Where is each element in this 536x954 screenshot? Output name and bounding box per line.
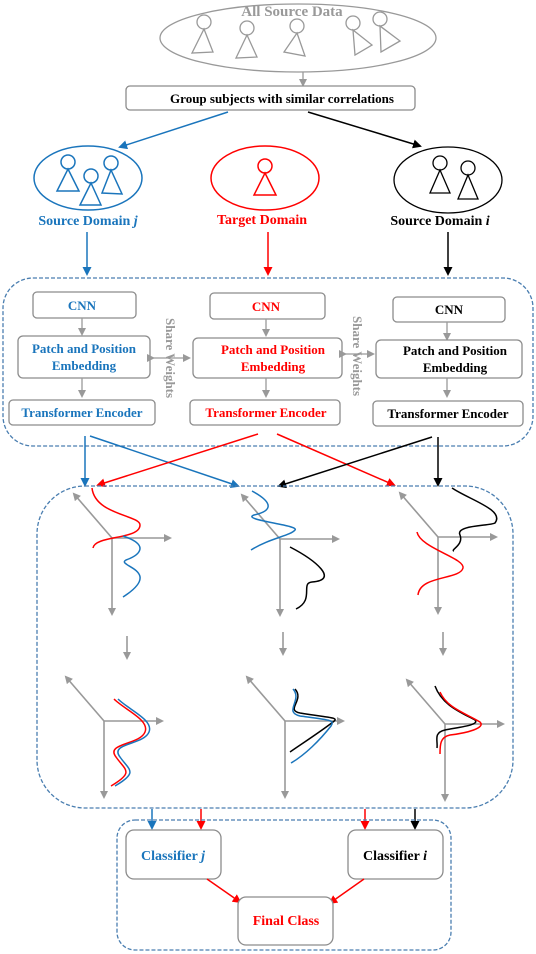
source-domain-i-label: Source Domain i [390,214,489,229]
group-step-label: Group subjects with similar correlations [170,91,394,106]
axis-z [72,492,113,539]
encoder-output-arrows [80,433,443,489]
arrow-group-to-source-j [118,111,229,150]
share-weights-label: Share Weights [163,318,178,398]
arrow-classifier-i-to-final [328,878,365,905]
group-step-box: Group subjects with similar correlations [125,85,416,111]
transformer-label: Transformer Encoder [21,405,142,420]
arrow-group-to-source-i [307,111,422,149]
embedding-label-2: Embedding [423,360,488,375]
distribution-curve-blue [250,490,296,551]
classifier-j-label: Classifier j [141,849,205,864]
subject-icon [252,158,278,196]
subject-icon [345,15,374,57]
distribution-curve-red [91,487,141,549]
share-weights-label: Share Weights [350,316,365,396]
classifier-i-label: Classifier i [363,849,427,864]
distribution-curve-red [110,698,147,787]
subject-icon [190,14,214,54]
distribution-curve-black [289,546,326,610]
all-source-data-group: All Source Data [159,3,437,73]
distribution-curve-black [451,487,498,552]
final-class-label: Final Class [253,914,320,929]
transformer-label: Transformer Encoder [205,405,326,420]
distribution-curve-blue [122,535,141,598]
axis-z [240,493,281,540]
alignment-to-classifier-arrows [147,809,420,830]
target-domain-label: Target Domain [217,213,307,228]
subject-icon [234,20,258,59]
arrow-classifier-j-to-final [206,878,242,904]
target-domain: Target Domain [210,145,320,228]
embedding-label-1: Patch and Position [221,342,326,357]
arrow-target-to-left [96,433,259,488]
subject-icon [282,18,306,57]
axis-z [245,675,286,722]
cnn-label: CNN [252,299,281,314]
source-domain-i: Source Domain i [390,146,503,229]
arrow-j-to-middle [89,435,240,489]
subject-icon [55,154,124,206]
embedding-label-1: Patch and Position [403,343,508,358]
cnn-label: CNN [435,302,464,317]
final-class-box: Final Class [237,896,334,946]
distribution-curve-red [416,531,464,596]
all-source-data-label: All Source Data [241,4,343,20]
encoder-column-target: CNN Patch and Position Embedding Transfo… [189,292,343,426]
source-domain-j-label: Source Domain j [38,214,137,229]
embedding-label-1: Patch and Position [32,341,137,356]
axis-z [405,678,446,725]
share-weights-right: Share Weights [339,316,375,396]
arrow-target-to-right [276,433,396,487]
encoder-column-source-i: CNN Patch and Position Embedding Transfo… [372,296,524,427]
axis-z [398,491,439,538]
distribution-plots [64,487,505,802]
embedding-label-2: Embedding [241,359,306,374]
cnn-label: CNN [68,298,97,313]
subject-icon [429,155,479,200]
axis-z [64,675,105,722]
classifier-i-box: Classifier i [347,829,444,880]
classifier-j-box: Classifier j [125,829,222,880]
source-domain-j: Source Domain j [33,145,143,229]
encoder-column-source-j: CNN Patch and Position Embedding Transfo… [8,291,156,426]
framework-diagram: All Source Data Group subjects with simi… [2,3,534,951]
share-weights-left: Share Weights [147,318,191,398]
subject-icon [372,11,402,54]
embedding-label-2: Embedding [52,358,117,373]
transformer-label: Transformer Encoder [387,406,508,421]
